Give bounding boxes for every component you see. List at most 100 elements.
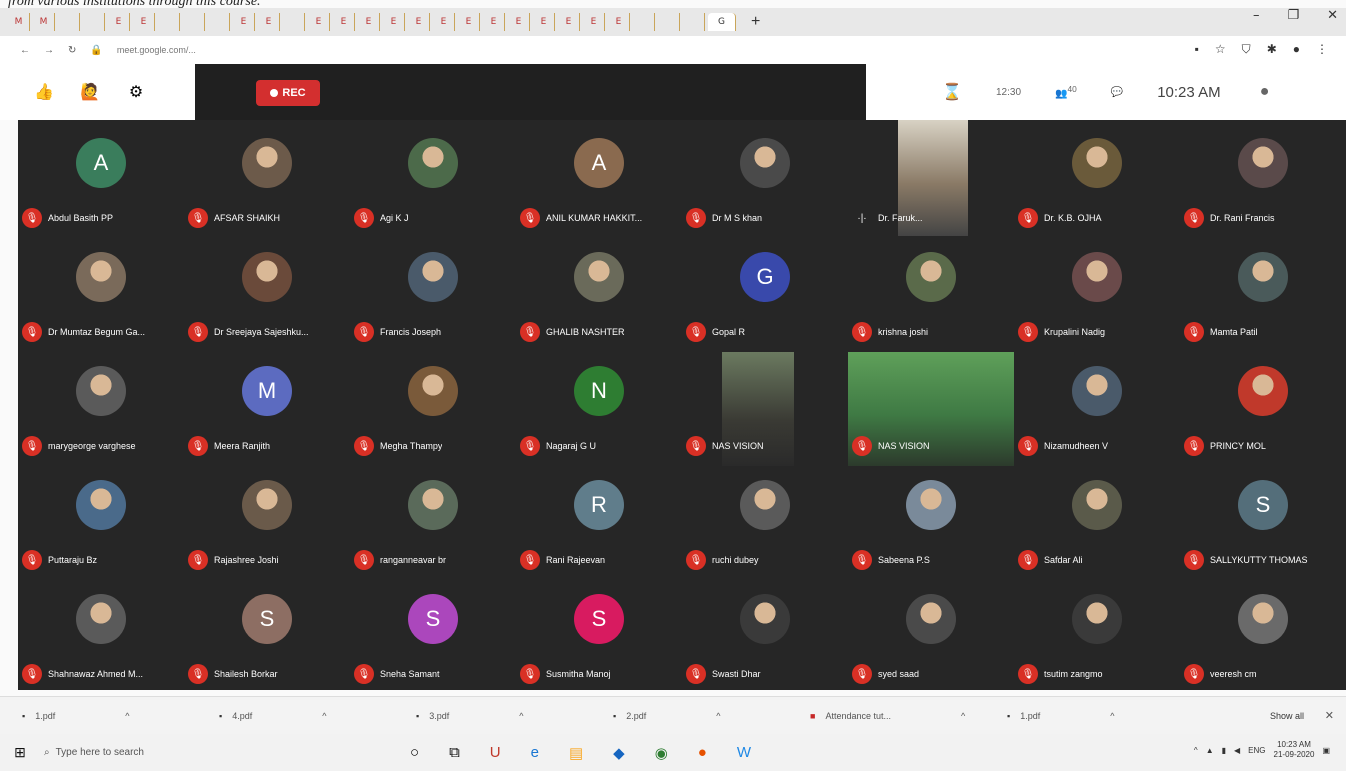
browser-tab[interactable] <box>158 13 180 31</box>
browser-tab[interactable]: E <box>408 13 430 31</box>
participant-tile[interactable]: 🎙 AFSAR SHAIKH <box>184 124 350 238</box>
participant-tile[interactable]: 🎙 Rajashree Joshi <box>184 466 350 580</box>
participant-tile[interactable]: G 🎙 Gopal R <box>682 238 848 352</box>
participant-tile[interactable]: 🎙 Sabeena P.S <box>848 466 1014 580</box>
browser-tab[interactable]: E <box>458 13 480 31</box>
minimize-button[interactable]: – <box>1253 8 1260 23</box>
browser-tab[interactable] <box>58 13 80 31</box>
browser-tab[interactable]: E <box>583 13 605 31</box>
browser-tab[interactable] <box>658 13 680 31</box>
download-menu-chevron-icon[interactable]: ^ <box>716 711 720 721</box>
browser-tab[interactable]: E <box>558 13 580 31</box>
new-tab-button[interactable]: + <box>751 13 760 31</box>
settings-gear-icon[interactable]: ⚙ <box>126 82 146 102</box>
participant-tile[interactable]: S 🎙 Susmitha Manoj <box>516 580 682 694</box>
participant-tile[interactable]: 🎙 ranganneavar br <box>350 466 516 580</box>
download-menu-chevron-icon[interactable]: ^ <box>961 711 965 721</box>
chrome-icon[interactable]: ◉ <box>655 744 668 762</box>
participant-tile[interactable]: 🎙 Shahnawaz Ahmed M... <box>18 580 184 694</box>
participant-tile[interactable]: 🎙 Dr Mumtaz Begum Ga... <box>18 238 184 352</box>
camera-icon[interactable]: ▪ <box>1195 42 1199 57</box>
back-icon[interactable]: ← <box>20 45 30 56</box>
edge-icon[interactable]: e <box>531 744 539 762</box>
windows-start-icon[interactable]: ⊞ <box>0 744 40 761</box>
taskbar-search-box[interactable]: ⌕ Type here to search <box>40 740 340 766</box>
tray-clock[interactable]: 10:23 AM 21-09-2020 <box>1274 740 1315 760</box>
participant-tile[interactable]: 🎙 Krupalini Nadig <box>1014 238 1180 352</box>
participant-tile[interactable]: 🎙 PRINCY MOL <box>1180 352 1346 466</box>
browser-tab[interactable] <box>83 13 105 31</box>
browser-tab[interactable]: E <box>383 13 405 31</box>
browser-tab[interactable]: E <box>308 13 330 31</box>
participant-tile[interactable]: 🎙 krishna joshi <box>848 238 1014 352</box>
bookmark-star-icon[interactable]: ☆ <box>1215 42 1226 57</box>
participant-tile[interactable]: 🎙 Dr M S khan <box>682 124 848 238</box>
browser-tab[interactable] <box>683 13 705 31</box>
browser-tab[interactable] <box>208 13 230 31</box>
file-explorer-icon[interactable]: ▤ <box>569 744 583 762</box>
browser-tab[interactable]: E <box>133 13 155 31</box>
download-item[interactable]: ▪ 3.pdf ^ <box>416 711 613 721</box>
download-item[interactable]: ▪ 2.pdf ^ <box>613 711 810 721</box>
participant-tile[interactable]: S 🎙 Shailesh Borkar <box>184 580 350 694</box>
participant-tile[interactable]: R 🎙 Rani Rajeevan <box>516 466 682 580</box>
participant-tile[interactable]: 🎙 Megha Thampy <box>350 352 516 466</box>
network-icon[interactable]: ▲ <box>1206 746 1214 755</box>
browser-tab[interactable]: E <box>258 13 280 31</box>
download-menu-chevron-icon[interactable]: ^ <box>125 711 129 721</box>
thumbs-up-icon[interactable]: 👍 <box>34 82 54 102</box>
participant-tile[interactable]: 🎙 NAS VISION <box>682 352 848 466</box>
maximize-button[interactable]: ❐ <box>1287 8 1299 23</box>
participant-tile[interactable]: 🎙 veeresh cm <box>1180 580 1346 694</box>
task-view-icon[interactable]: ⧉ <box>449 744 460 762</box>
show-all-downloads-button[interactable]: Show all <box>1270 711 1304 721</box>
firefox-icon[interactable]: ● <box>698 744 707 762</box>
language-label[interactable]: ENG <box>1248 746 1265 755</box>
extension-icon[interactable]: ⛉ <box>1242 42 1251 57</box>
participant-tile[interactable]: 🎙 Dr. K.B. OJHA <box>1014 124 1180 238</box>
browser-tab[interactable]: M <box>8 13 30 31</box>
profile-icon[interactable]: ● <box>1293 42 1300 57</box>
participant-tile[interactable]: M 🎙 Meera Ranjith <box>184 352 350 466</box>
browser-tab[interactable]: E <box>433 13 455 31</box>
browser-tab[interactable]: E <box>508 13 530 31</box>
participant-tile[interactable]: 🎙 Francis Joseph <box>350 238 516 352</box>
tray-chevron-icon[interactable]: ^ <box>1194 746 1198 755</box>
participant-tile[interactable]: ·|· Dr. Faruk... <box>848 120 1014 238</box>
browser-tab[interactable]: E <box>233 13 255 31</box>
participant-tile[interactable]: 🎙 Mamta Patil <box>1180 238 1346 352</box>
browser-tab[interactable]: E <box>108 13 130 31</box>
word-icon[interactable]: W <box>737 744 751 762</box>
browser-tab[interactable] <box>283 13 305 31</box>
browser-tab[interactable]: E <box>333 13 355 31</box>
participant-tile[interactable]: 🎙 Dr Sreejaya Sajeshku... <box>184 238 350 352</box>
reload-icon[interactable]: ↻ <box>68 45 76 56</box>
participant-tile[interactable]: 🎙 Safdar Ali <box>1014 466 1180 580</box>
participant-tile[interactable]: 🎙 tsutim zangmo <box>1014 580 1180 694</box>
participant-tile[interactable]: 🎙 GHALIB NASHTER <box>516 238 682 352</box>
participant-tile[interactable]: A 🎙 ANIL KUMAR HAKKIT... <box>516 124 682 238</box>
browser-tab[interactable]: E <box>358 13 380 31</box>
browser-tab[interactable]: M <box>33 13 55 31</box>
cortana-icon[interactable]: ○ <box>410 744 419 762</box>
browser-tab[interactable] <box>183 13 205 31</box>
more-menu-icon[interactable]: ⋮ <box>1316 42 1328 57</box>
close-downloads-icon[interactable]: ✕ <box>1325 709 1334 722</box>
participant-tile[interactable]: 🎙 Swasti Dhar <box>682 580 848 694</box>
notification-icon[interactable]: ▣ <box>1322 746 1330 755</box>
raise-hand-icon[interactable]: 🙋 <box>80 82 100 102</box>
download-item[interactable]: ▪ 1.pdf ^ <box>1007 711 1204 721</box>
download-item[interactable]: ■ Attendance tut... ^ <box>810 711 1007 721</box>
download-menu-chevron-icon[interactable]: ^ <box>1110 711 1114 721</box>
user-avatar-icon[interactable]: ● <box>1255 82 1275 102</box>
forward-icon[interactable]: → <box>44 45 54 56</box>
download-menu-chevron-icon[interactable]: ^ <box>519 711 523 721</box>
download-menu-chevron-icon[interactable]: ^ <box>322 711 326 721</box>
participant-tile[interactable]: N 🎙 Nagaraj G U <box>516 352 682 466</box>
download-item[interactable]: ▪ 4.pdf ^ <box>219 711 416 721</box>
participant-tile[interactable]: 🎙 ruchi dubey <box>682 466 848 580</box>
participant-tile[interactable]: 🎙 Dr. Rani Francis <box>1180 124 1346 238</box>
participant-tile[interactable]: 🎙 Agi K J <box>350 124 516 238</box>
browser-tab[interactable]: E <box>608 13 630 31</box>
participant-tile[interactable]: 🎙 NAS VISION <box>848 352 1014 466</box>
